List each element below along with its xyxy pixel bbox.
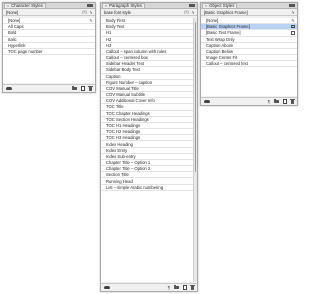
character-style-list: [None] ✎ All Caps Bold Italic Hyperlink …	[3, 18, 95, 83]
cloud-library-icon[interactable]	[6, 87, 12, 90]
current-style-bar: base font style [+] ϟ	[101, 9, 197, 16]
none-icon: ✎	[291, 18, 295, 24]
cloud-library-icon[interactable]	[204, 100, 210, 103]
current-style-bar: [Basic Graphics Frame] ϟ	[201, 9, 297, 16]
scrollbar-thumb[interactable]	[194, 22, 197, 172]
panel-footer	[3, 84, 95, 92]
tab-object-styles[interactable]: × Object Styles	[202, 3, 238, 8]
list-item[interactable]: TOC page number	[3, 49, 95, 56]
close-icon[interactable]: ×	[105, 4, 107, 8]
delete-icon[interactable]	[87, 85, 94, 91]
close-icon[interactable]: ×	[7, 4, 9, 8]
object-style-list: [None] ✎ [Basic Graphics Frame] [Basic T…	[201, 18, 297, 96]
new-style-icon[interactable]	[183, 285, 187, 290]
list-item[interactable]: List – simple Arabic numbering	[101, 185, 193, 191]
tab-label: Character Styles	[11, 3, 43, 8]
clear-overrides-icon[interactable]: ¶	[168, 285, 170, 290]
current-style-bar: [None] [+] ϟ	[3, 9, 95, 16]
tab-character-styles[interactable]: × Character Styles	[4, 3, 46, 8]
delete-icon[interactable]	[289, 98, 296, 104]
tab-label: Paragraph Styles	[109, 3, 143, 8]
quick-apply-icon[interactable]: ϟ	[192, 10, 194, 15]
quick-apply-icon[interactable]: ϟ	[292, 10, 294, 15]
close-icon[interactable]: ×	[205, 4, 207, 8]
current-style-name: [None]	[6, 9, 19, 15]
new-style-group-icon[interactable]	[72, 86, 78, 91]
panel-menu-icon[interactable]	[289, 3, 295, 8]
text-frame-icon	[291, 31, 295, 35]
delete-icon[interactable]	[189, 284, 196, 290]
panel-menu-icon[interactable]	[87, 3, 93, 8]
panel-footer: ¶	[101, 283, 197, 291]
panel-menu-icon[interactable]	[189, 3, 195, 8]
new-style-group-icon[interactable]	[274, 99, 280, 104]
cloud-library-icon[interactable]	[104, 286, 110, 289]
tab-label: Object Styles	[209, 3, 235, 8]
graphics-frame-icon	[291, 25, 295, 29]
vertical-scrollbar[interactable]	[193, 18, 197, 282]
style-override-tag: [+]	[184, 10, 189, 14]
paragraph-style-list: Body First Body Text H1 H2 H3 Callout – …	[101, 18, 193, 282]
list-item[interactable]: Callout – centered text	[201, 61, 297, 68]
paragraph-styles-panel: × Paragraph Styles base font style [+] ϟ…	[100, 2, 198, 292]
new-style-icon[interactable]	[283, 99, 287, 104]
new-style-group-icon[interactable]	[174, 285, 180, 290]
style-override-tag: [+]	[82, 10, 87, 14]
panel-footer: ¶	[201, 97, 297, 105]
new-style-icon[interactable]	[81, 86, 85, 91]
quick-apply-icon[interactable]: ϟ	[90, 10, 92, 15]
pencil-icon: ✎	[89, 18, 93, 24]
current-style-name: [Basic Graphics Frame]	[204, 9, 248, 15]
object-styles-panel: × Object Styles [Basic Graphics Frame] ϟ…	[200, 2, 298, 106]
clear-overrides-icon[interactable]: ¶	[268, 99, 270, 104]
character-styles-panel: × Character Styles [None] [+] ϟ [None] ✎…	[2, 2, 96, 93]
current-style-name: base font style	[104, 9, 132, 15]
tab-paragraph-styles[interactable]: × Paragraph Styles	[102, 3, 146, 8]
